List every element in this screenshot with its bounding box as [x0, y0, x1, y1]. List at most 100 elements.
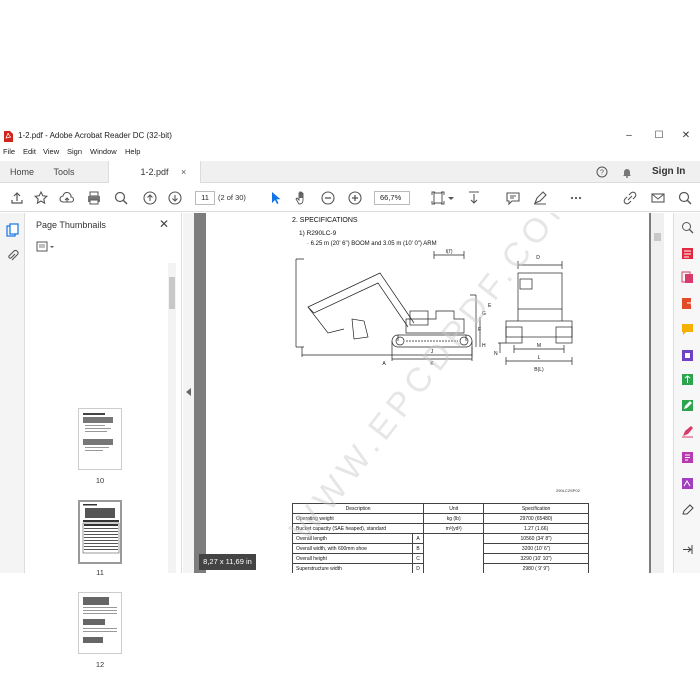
collapse-panel-handle[interactable] — [183, 213, 194, 573]
thumbnail-page-10[interactable] — [78, 408, 122, 470]
zoom-level-input[interactable]: 66,7% — [374, 191, 410, 205]
collapse-left-icon[interactable] — [186, 388, 191, 396]
document-scrollbar[interactable] — [651, 213, 664, 573]
page-thumbnails-panel: Page Thumbnails ✕ 10 11 12 — [25, 213, 182, 669]
tab-tools[interactable]: Tools — [52, 161, 76, 183]
scroll-thumb[interactable] — [169, 277, 175, 309]
thumbnail-options-icon[interactable] — [36, 241, 56, 253]
bell-icon[interactable] — [621, 166, 633, 178]
thumbnail-page-12[interactable] — [78, 592, 122, 654]
spec-unit: kg (lb) — [423, 513, 485, 524]
upload-icon[interactable] — [9, 190, 25, 206]
maximize-button[interactable]: ☐ — [650, 129, 668, 143]
menu-view[interactable]: View — [43, 147, 59, 156]
comment-icon[interactable] — [505, 190, 521, 206]
scroll-thumb[interactable] — [654, 233, 661, 241]
menu-sign[interactable]: Sign — [67, 147, 82, 156]
next-page-icon[interactable] — [167, 190, 183, 206]
compress-pdf-icon[interactable] — [681, 373, 694, 386]
acrobat-app-icon — [4, 131, 13, 142]
combine-files-icon[interactable] — [681, 271, 694, 284]
send-sign-icon[interactable] — [681, 477, 694, 490]
tab-home[interactable]: Home — [8, 161, 36, 183]
spec-description: Operating weight — [291, 513, 425, 524]
spec-value: 1.27 (1.66) — [483, 523, 589, 534]
page-count: (2 of 30) — [218, 193, 246, 202]
page-thumbnails-icon[interactable] — [6, 223, 19, 237]
thumbnail-label: 10 — [95, 476, 105, 485]
column-header: Specification — [483, 503, 589, 514]
hand-tool-icon[interactable] — [294, 190, 310, 206]
page-number-input[interactable]: 11 — [195, 191, 215, 205]
section-heading: 2. SPECIFICATIONS — [292, 217, 358, 224]
cloud-upload-icon[interactable] — [59, 190, 75, 206]
minimize-button[interactable]: – — [620, 129, 638, 143]
spec-description: Overall height — [292, 553, 413, 564]
thumbnail-page-11[interactable] — [78, 500, 122, 564]
menu-window[interactable]: Window — [90, 147, 117, 156]
close-window-button[interactable]: ✕ — [677, 129, 695, 143]
zoom-out-icon[interactable] — [320, 190, 336, 206]
dim-label-j: J — [431, 349, 434, 355]
print-icon[interactable] — [86, 190, 102, 206]
comment-tool-icon[interactable] — [681, 323, 694, 336]
column-header: Description — [291, 503, 425, 514]
specifications-table: Description Unit Specification Operating… — [291, 503, 589, 573]
spec-value: 29700 (65480) — [483, 513, 589, 524]
menu-edit[interactable]: Edit — [23, 147, 36, 156]
sign-in-button[interactable]: Sign In — [652, 161, 685, 183]
menu-bar: File Edit View Sign Window Help — [0, 147, 700, 159]
star-icon[interactable] — [33, 190, 49, 206]
close-panel-button[interactable]: ✕ — [159, 217, 169, 231]
expand-pane-icon[interactable] — [681, 543, 694, 556]
create-pdf-icon[interactable] — [681, 247, 694, 260]
more-options-icon[interactable] — [568, 190, 584, 206]
dim-label-b: B(L) — [534, 367, 544, 373]
find-zoom-icon[interactable] — [113, 190, 129, 206]
attachment-icon[interactable] — [6, 249, 19, 263]
pdf-page: 2. SPECIFICATIONS 1) R290LC-9 · 6.25 m (… — [206, 213, 649, 573]
menu-help[interactable]: Help — [125, 147, 140, 156]
help-icon[interactable]: ? — [596, 166, 608, 178]
export-pdf-icon[interactable] — [681, 297, 694, 310]
dim-label-d: D — [536, 255, 540, 261]
protect-icon[interactable] — [681, 451, 694, 464]
chevron-down-icon[interactable] — [447, 190, 455, 206]
fit-page-icon[interactable] — [430, 190, 446, 206]
select-cursor-icon[interactable] — [267, 190, 283, 206]
search-icon[interactable] — [677, 190, 693, 206]
thumbnail-scrollbar[interactable] — [168, 263, 176, 573]
organize-pages-icon[interactable] — [681, 349, 694, 362]
scroll-mode-icon[interactable] — [466, 190, 482, 206]
dim-label-f: F — [478, 327, 481, 333]
dim-label-k: K — [430, 361, 434, 367]
dim-label-m: M — [537, 343, 541, 349]
tab-document[interactable]: 1-2.pdf — [108, 161, 201, 183]
zoom-in-icon[interactable] — [347, 190, 363, 206]
dim-label-n: N — [494, 351, 498, 357]
thumbnail-label: 12 — [95, 660, 105, 669]
menu-file[interactable]: File — [3, 147, 15, 156]
more-tools-icon[interactable] — [681, 503, 694, 516]
spec-value: 10560 (34' 8") — [483, 533, 589, 544]
thumbnail-label: 11 — [96, 568, 104, 577]
zoom-search-icon[interactable] — [681, 221, 694, 234]
spec-value: 3200 (10' 6") — [483, 543, 589, 554]
edit-pdf-icon[interactable] — [681, 399, 694, 412]
share-link-icon[interactable] — [622, 190, 638, 206]
dim-label-g: G — [482, 311, 486, 317]
spec-description: Overall width, with 600mm shoe — [292, 543, 413, 554]
email-icon[interactable] — [650, 190, 666, 206]
document-view[interactable]: 2. SPECIFICATIONS 1) R290LC-9 · 6.25 m (… — [194, 213, 664, 573]
highlight-pen-icon[interactable] — [532, 190, 548, 206]
spec-value: 2980 ( 9' 9") — [483, 563, 589, 573]
spec-description: Superstructure width — [292, 563, 413, 573]
dim-label-h: H — [482, 343, 486, 349]
model-heading: 1) R290LC-9 — [299, 230, 337, 237]
fill-sign-icon[interactable] — [681, 425, 694, 438]
previous-page-icon[interactable] — [142, 190, 158, 206]
table-row: Bucket capacity (SAE heaped), standard m³… — [291, 523, 589, 534]
svg-text:?: ? — [600, 170, 604, 177]
close-tab-button[interactable]: × — [181, 161, 186, 183]
table-header-row: Description Unit Specification — [291, 503, 589, 514]
